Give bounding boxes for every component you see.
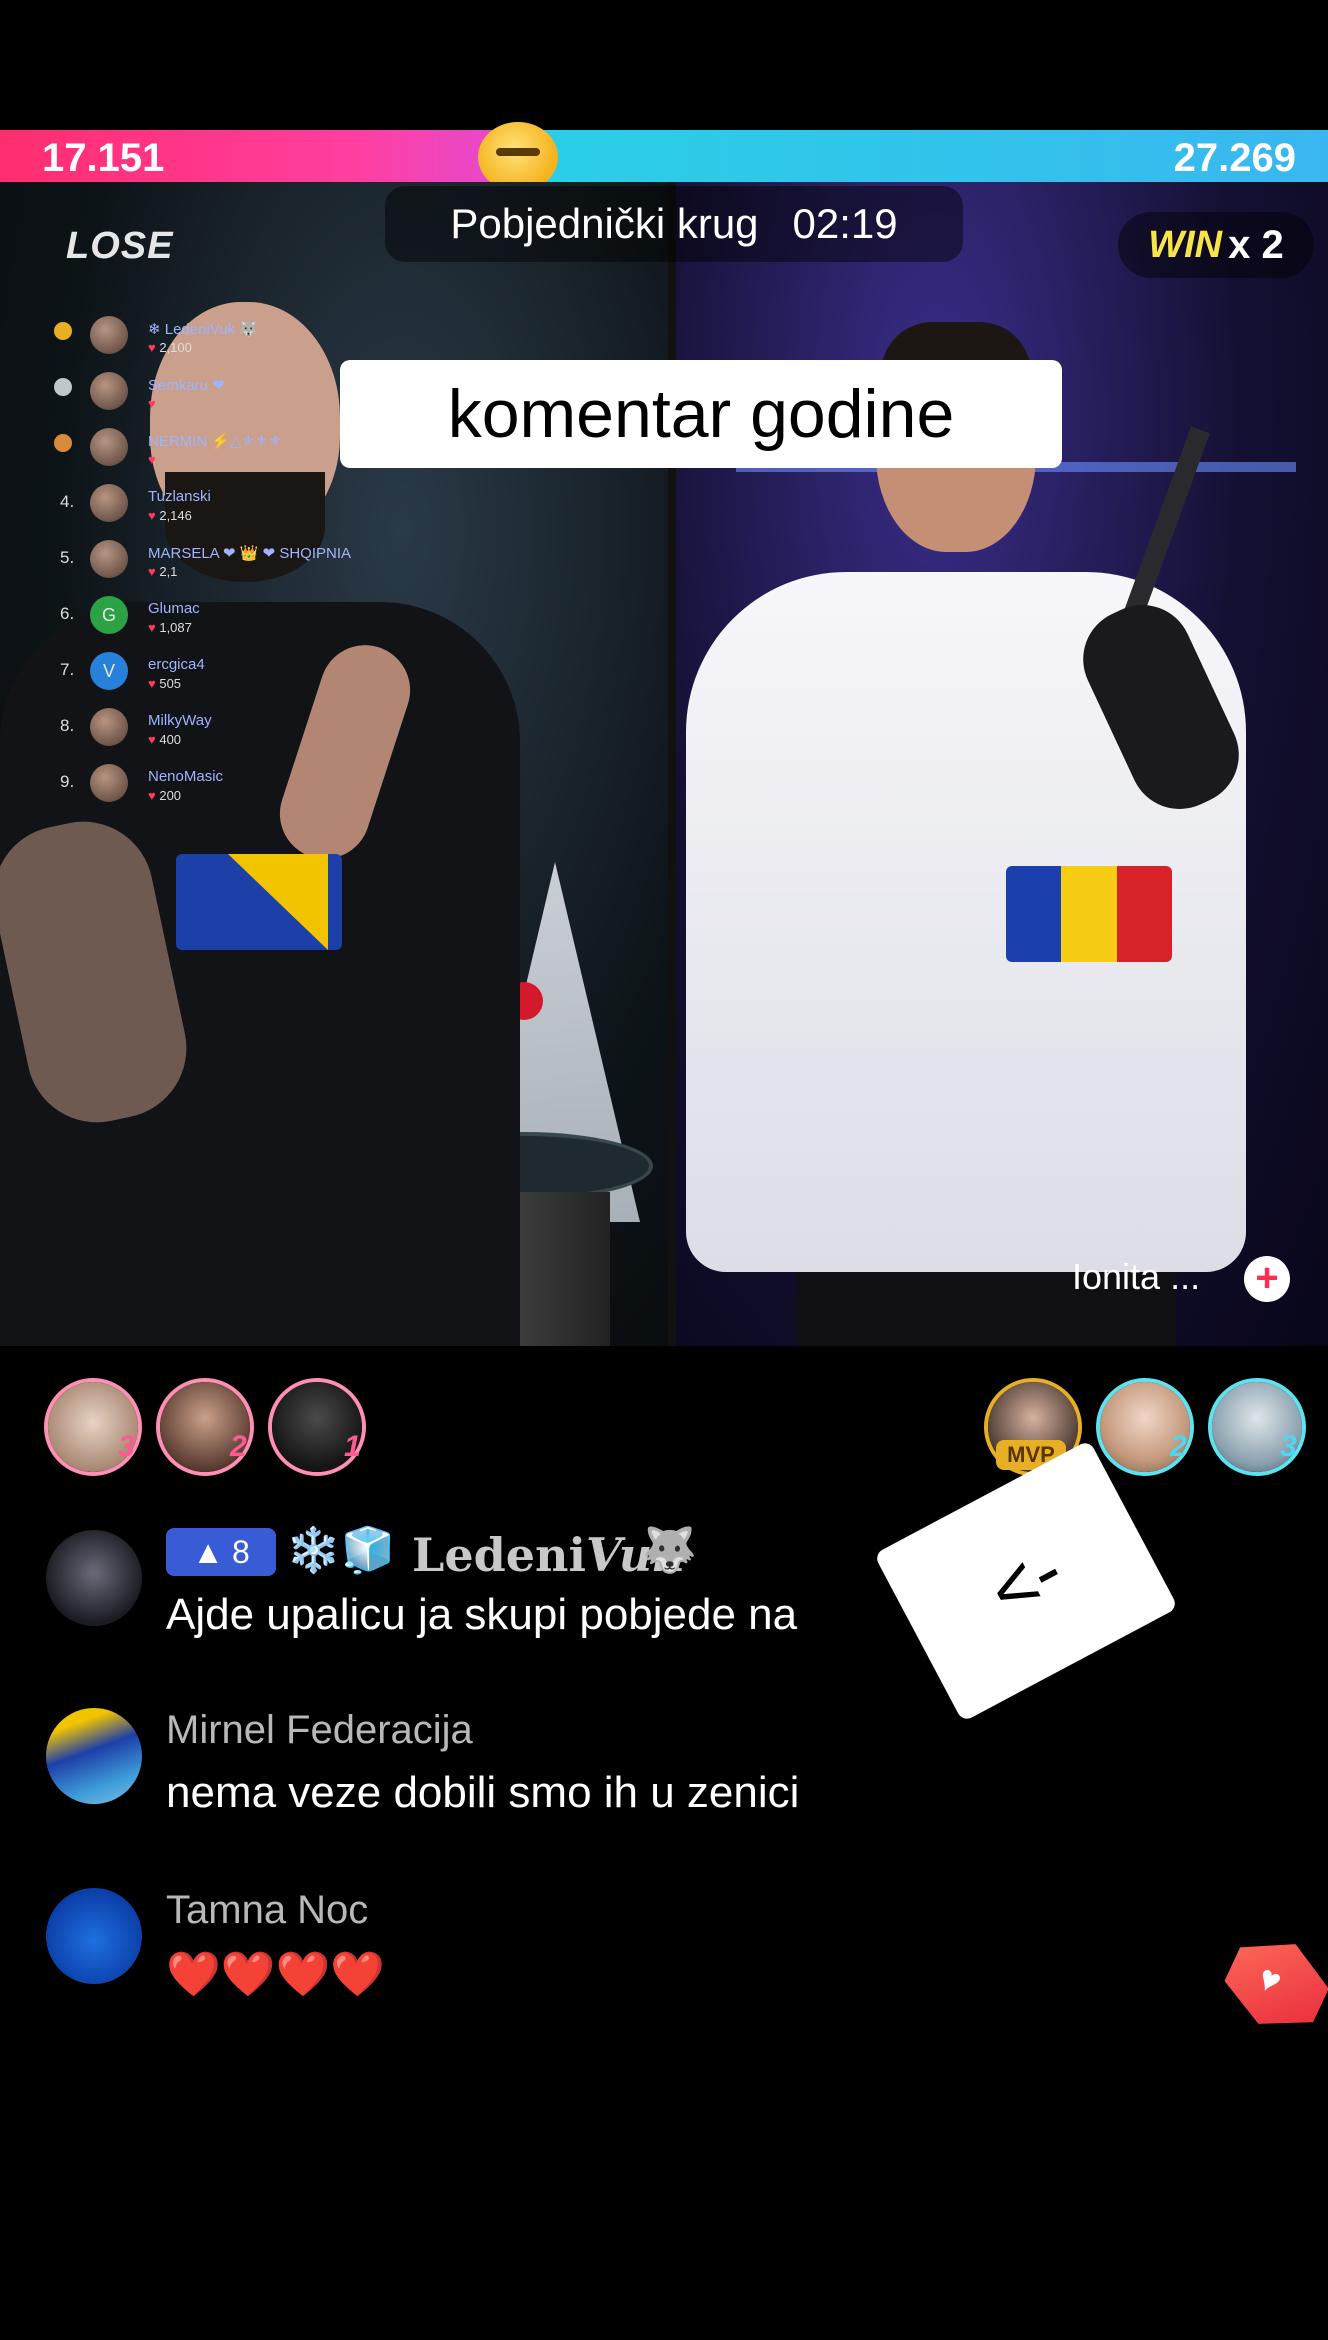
opponent-name[interactable]: Ionita ... (1072, 1256, 1200, 1298)
gifter-rank: 2 (230, 1430, 247, 1463)
battle-score-bar: 17.151 27.269 (0, 130, 1328, 182)
avatar (90, 372, 128, 410)
ranking-number: 6. (60, 604, 75, 623)
avatar (90, 316, 128, 354)
avatar[interactable] (46, 1530, 142, 1626)
level-icon: ▲ (192, 1533, 224, 1570)
silver-medal-icon (54, 378, 72, 396)
right-stream-video[interactable] (676, 182, 1328, 1346)
ranking-row[interactable]: 7. V ercgica4 505 (52, 648, 372, 704)
right-score: 27.269 (1173, 136, 1296, 180)
snowflake-ice-icon: ❄️🧊 (286, 1526, 396, 1575)
ranking-score: 2,146 (148, 508, 192, 523)
comment-username[interactable]: Mirnel Federacija (166, 1708, 473, 1753)
ranking-score (148, 396, 156, 411)
panel-divider (668, 182, 676, 1346)
plus-icon[interactable]: + (1244, 1256, 1290, 1302)
round-timer: 02:19 (792, 200, 898, 247)
avatar-initial: G (101, 605, 116, 625)
ranking-score: 1,087 (148, 620, 192, 635)
left-score: 17.151 (42, 136, 165, 180)
ranking-name: NenoMasic (148, 768, 224, 785)
ranking-number: 9. (60, 772, 75, 791)
ranking-score: 200 (148, 788, 181, 803)
comment-text: nema veze dobili smo ih u zenici (166, 1768, 800, 1817)
lose-label: LOSE (66, 225, 174, 267)
gifter-rank: 1 (344, 1430, 361, 1463)
ranking-number: 7. (60, 660, 75, 679)
ranking-score: 505 (148, 676, 181, 691)
avatar (90, 428, 128, 466)
gold-medal-icon (54, 322, 72, 340)
avatar (90, 484, 128, 522)
ranking-row[interactable]: 6. G Glumac 1,087 (52, 592, 372, 648)
ranking-score: 2,1 (148, 564, 177, 579)
avatar: V (90, 652, 128, 690)
username-plain: Ledeni (412, 1528, 586, 1582)
avatar[interactable] (46, 1708, 142, 1804)
right-score-bar: 27.269 (510, 130, 1328, 182)
ranking-row[interactable]: ❄ LedeniVuk 🐺 2,100 (52, 312, 372, 368)
ranking-row[interactable]: 4. Tuzlanski 2,146 (52, 480, 372, 536)
blue-heart-avatar[interactable] (46, 1888, 142, 1984)
ranking-score: 400 (148, 732, 181, 747)
comment-username[interactable]: Tamna Noc (166, 1888, 368, 1933)
avatar-initial: V (102, 661, 115, 681)
heart-gem-icon[interactable]: ♥ (1214, 1923, 1328, 2044)
ranking-name: MARSELA ❤ 👑 ❤ SHQIPNIA (148, 545, 352, 562)
round-timer-pill: Pobjednički krug 02:19 (385, 186, 963, 262)
left-score-bar: 17.151 (0, 130, 510, 182)
avatar: G (90, 596, 128, 634)
ranking-row[interactable]: 5. MARSELA ❤ 👑 ❤ SHQIPNIA 2,1 (52, 536, 372, 592)
ranking-number: 8. (60, 716, 75, 735)
level-badge: ▲ 8 (166, 1528, 276, 1576)
gifter-rank: 2 (1170, 1430, 1187, 1463)
wolf-emoji-icon: 🐺 (642, 1526, 697, 1575)
comment-text: ❤️❤️❤️❤️ (166, 1950, 386, 1999)
ranking-score: 2,100 (148, 340, 192, 355)
win-label: WIN (1148, 223, 1223, 266)
avatar (90, 540, 128, 578)
viewer-ranking-list[interactable]: ❄ LedeniVuk 🐺 2,100 Semkaru ❤ NERMIN ⚡△⚜… (52, 312, 372, 816)
video-caption: komentar godine (340, 360, 1062, 468)
ranking-row[interactable]: 9. NenoMasic 200 (52, 760, 372, 816)
ranking-number: 5. (60, 548, 75, 567)
avatar (90, 708, 128, 746)
arrow-sticker: <- (873, 1439, 1179, 1723)
win-badge: WIN x 2 (1118, 212, 1314, 278)
ranking-name: Glumac (148, 600, 200, 617)
level-number: 8 (231, 1533, 250, 1570)
gifter-rank: 3 (118, 1430, 135, 1463)
ranking-score (148, 452, 156, 467)
ranking-name: Tuzlanski (148, 488, 211, 505)
comment-text: Ajde upalicu ja skupi pobjede na (166, 1590, 798, 1639)
gifter-rank: 3 (1280, 1430, 1297, 1463)
bosnia-flag-icon (176, 854, 342, 950)
ranking-row[interactable]: 8. MilkyWay 400 (52, 704, 372, 760)
ranking-number: 4. (60, 492, 75, 511)
romania-flag-icon (1006, 866, 1172, 962)
ranking-row[interactable]: NERMIN ⚡△⚜⚜⚜ (52, 424, 372, 480)
bronze-medal-icon (54, 434, 72, 452)
ranking-name: ercgica4 (148, 656, 205, 673)
ranking-name: NERMIN ⚡△⚜⚜⚜ (148, 433, 282, 450)
round-label: Pobjednički krug (450, 200, 759, 247)
ranking-row[interactable]: Semkaru ❤ (52, 368, 372, 424)
ranking-name: ❄ LedeniVuk 🐺 (148, 321, 258, 338)
ranking-name: Semkaru ❤ (148, 377, 225, 394)
avatar (90, 764, 128, 802)
ranking-name: MilkyWay (148, 712, 212, 729)
win-multiplier: x 2 (1228, 222, 1284, 267)
